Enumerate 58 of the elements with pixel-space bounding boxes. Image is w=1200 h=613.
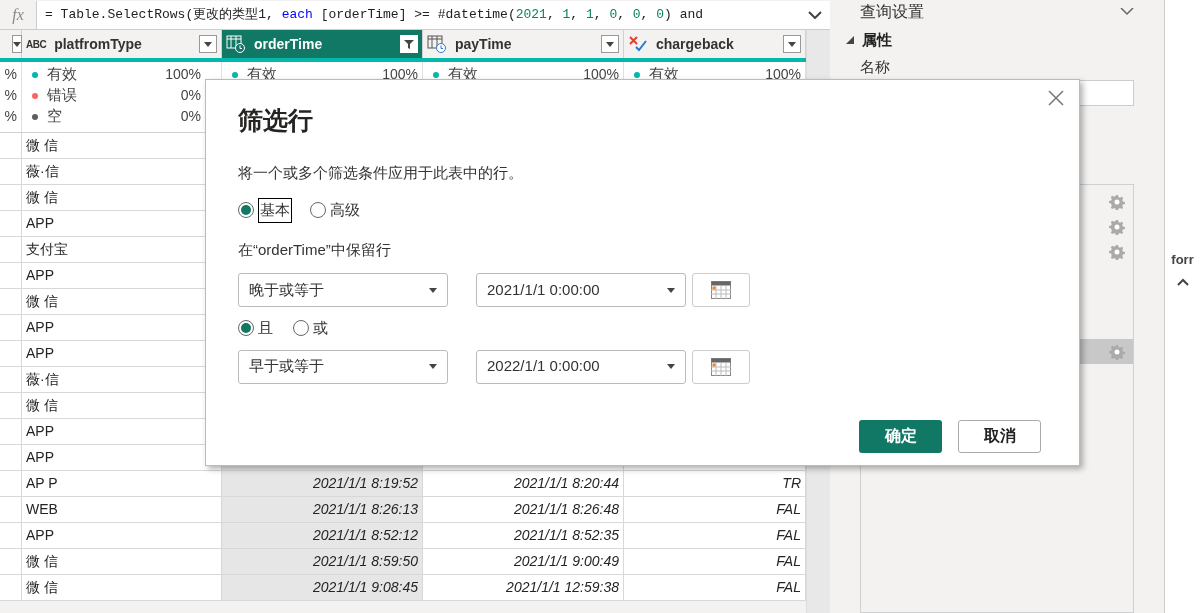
column-name-cut: forr bbox=[1171, 251, 1194, 269]
table-cell: 2021/1/1 8:26:48 bbox=[423, 497, 624, 523]
formula-text: = Table.SelectRows(更改的类型1, each [orderTime] >= #datetime(2021, 1, 1, 0, 0, 0) and bbox=[45, 5, 705, 24]
quality-percent: 0% bbox=[180, 107, 201, 126]
table-cell: FAL bbox=[624, 497, 806, 523]
column-name: payTime bbox=[455, 34, 513, 54]
radio-option[interactable]: 高级 bbox=[310, 198, 360, 223]
table-cell: 2021/1/1 8:52:35 bbox=[423, 523, 624, 549]
ok-button[interactable]: 确定 bbox=[859, 419, 942, 453]
column-header[interactable]: orderTime bbox=[222, 30, 423, 58]
dialog-title: 筛选行 bbox=[238, 105, 314, 136]
table-cell: 2021/1/1 8:52:12 bbox=[222, 523, 423, 549]
table-cell: FAL bbox=[624, 575, 806, 601]
quality-percent: 100% bbox=[382, 65, 418, 84]
table-cell: 微 信 bbox=[22, 549, 222, 575]
quality-percent: 100% bbox=[765, 65, 801, 84]
table-cell: 2021/1/1 8:26:13 bbox=[222, 497, 423, 523]
column-name: platfromType bbox=[54, 34, 143, 54]
radio-option[interactable]: 或 bbox=[293, 317, 328, 340]
table-cell: 2021/1/1 8:19:52 bbox=[222, 471, 423, 497]
table-cell: 2021/1/1 8:20:44 bbox=[423, 471, 624, 497]
table-cell: WEB bbox=[22, 497, 222, 523]
quality-percent: % bbox=[4, 86, 17, 105]
table-cell: TR bbox=[624, 471, 806, 497]
table-cell: 2021/1/1 9:00:49 bbox=[423, 549, 624, 575]
quality-label: 错误 bbox=[47, 85, 77, 106]
table-cell: 2021/1/1 12:59:38 bbox=[423, 575, 624, 601]
quality-percent: % bbox=[4, 107, 17, 126]
field-label: 名称 bbox=[860, 56, 891, 77]
quality-percent: 0% bbox=[180, 86, 201, 105]
quality-label: 空 bbox=[47, 106, 62, 127]
quality-percent: 100% bbox=[583, 65, 619, 84]
quality-percent: % bbox=[4, 65, 17, 84]
column-name: orderTime bbox=[254, 34, 324, 54]
table-cell: FAL bbox=[624, 523, 806, 549]
section-title: 属性 bbox=[862, 30, 892, 50]
text-type-icon: ABC bbox=[26, 36, 47, 52]
pane-title: 查询设置 bbox=[860, 2, 925, 22]
function-label: fx bbox=[11, 4, 25, 26]
dropdown[interactable]: 2022/1/1 0:00:00 bbox=[476, 349, 686, 384]
keep-rows-label: 在“orderTime”中保留行 bbox=[238, 239, 391, 260]
table-cell: 微 信 bbox=[22, 575, 222, 601]
formula-field[interactable]: = Table.SelectRows(更改的类型1, each [orderTime] >= #datetime(2021, 1, 1, 0, 0, 0) and bbox=[36, 0, 830, 29]
table-cell: 2021/1/1 8:59:50 bbox=[222, 549, 423, 575]
table-cell: APP bbox=[22, 445, 222, 471]
radio-option[interactable]: 且 bbox=[238, 317, 273, 340]
table-cell: AP P bbox=[22, 471, 222, 497]
dialog-description: 将一个或多个筛选条件应用于此表中的行。 bbox=[238, 162, 524, 183]
quality-percent: 100% bbox=[165, 65, 201, 84]
table-cell: FAL bbox=[624, 549, 806, 575]
column-name: chargeback bbox=[656, 34, 735, 54]
table-cell: APP bbox=[22, 523, 222, 549]
table-cell: 2021/1/1 9:08:45 bbox=[222, 575, 423, 601]
dropdown[interactable]: 早于或等于 bbox=[238, 349, 448, 384]
dropdown[interactable]: 晚于或等于 bbox=[238, 273, 448, 307]
cancel-button[interactable]: 取消 bbox=[958, 419, 1041, 453]
quality-label: 有效 bbox=[47, 64, 77, 85]
dropdown[interactable]: 2021/1/1 0:00:00 bbox=[476, 273, 686, 307]
